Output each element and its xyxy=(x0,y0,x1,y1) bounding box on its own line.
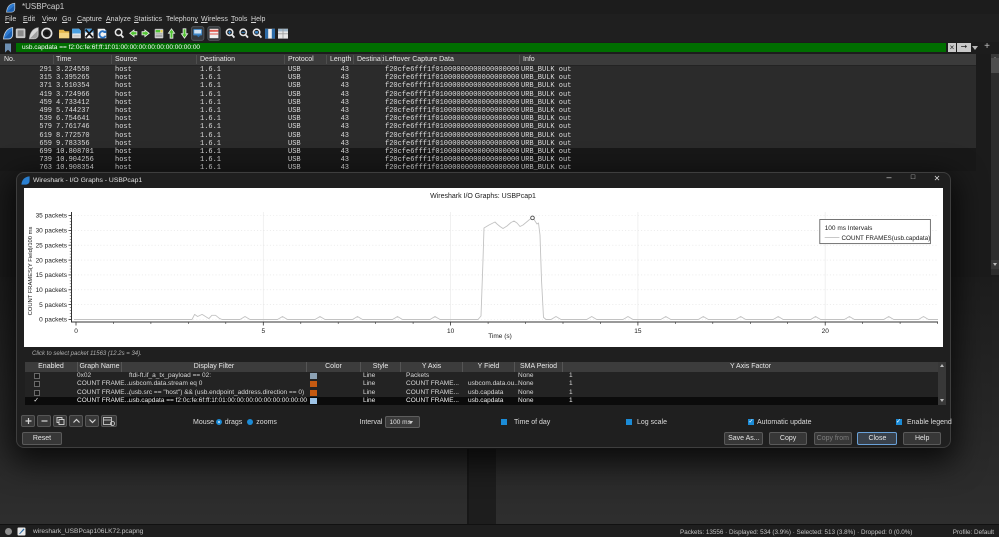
svg-text:15 packets: 15 packets xyxy=(36,272,68,279)
svg-text:Time (s): Time (s) xyxy=(488,333,512,340)
svg-text:0 packets: 0 packets xyxy=(39,317,68,324)
svg-text:30 packets: 30 packets xyxy=(36,228,68,235)
svg-text:5: 5 xyxy=(261,328,265,335)
svg-text:25 packets: 25 packets xyxy=(36,242,68,249)
svg-text:Wireshark I/O Graphs: USBPcap1: Wireshark I/O Graphs: USBPcap1 xyxy=(430,193,536,200)
svg-text:COUNT FRAMES(Y Field)/100 ms: COUNT FRAMES(Y Field)/100 ms xyxy=(28,227,34,316)
svg-text:COUNT FRAMES(usb.capdata): COUNT FRAMES(usb.capdata) xyxy=(842,235,931,242)
svg-text:20 packets: 20 packets xyxy=(36,257,68,264)
svg-text:0: 0 xyxy=(74,328,78,335)
svg-text:10 packets: 10 packets xyxy=(36,287,68,294)
svg-text:20: 20 xyxy=(822,328,830,335)
svg-text:10: 10 xyxy=(447,328,455,335)
svg-text:5 packets: 5 packets xyxy=(39,302,68,309)
svg-text:100 ms Intervals: 100 ms Intervals xyxy=(825,225,873,232)
svg-text:35 packets: 35 packets xyxy=(36,213,68,220)
svg-text:15: 15 xyxy=(634,328,642,335)
